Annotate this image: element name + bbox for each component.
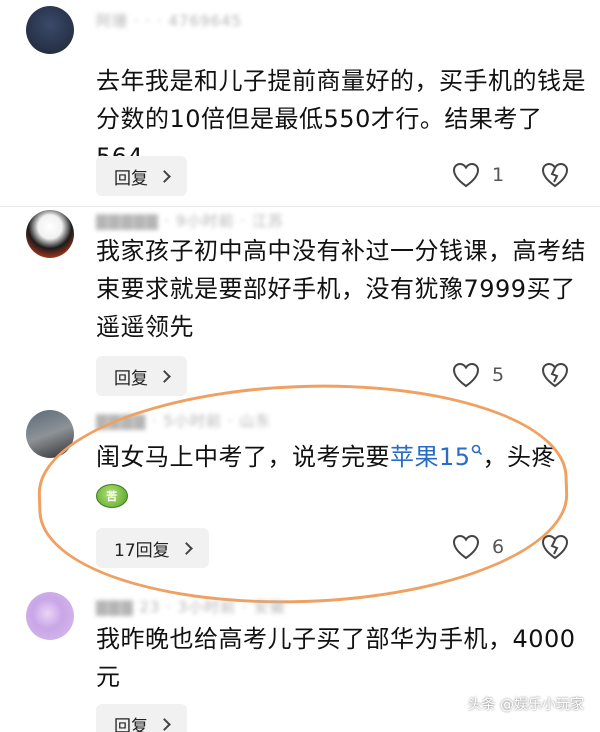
dislike-button[interactable] bbox=[541, 362, 569, 392]
reply-button[interactable]: 回复 bbox=[96, 356, 187, 396]
comment-meta-blurred: ▇▇▇▇ · 5小时前 · 山东 bbox=[96, 412, 272, 430]
comment-text-part: ，头疼 bbox=[482, 443, 557, 471]
avatar[interactable] bbox=[26, 592, 74, 640]
comment-text: 我昨晚也给高考儿子买了部华为手机，4000元 bbox=[96, 625, 576, 691]
avatar[interactable] bbox=[26, 6, 74, 54]
dislike-button[interactable] bbox=[541, 162, 569, 192]
reply-label: 回复 bbox=[114, 168, 148, 189]
like-button[interactable]: 5 bbox=[452, 362, 504, 388]
broken-heart-icon bbox=[541, 362, 569, 388]
heart-outline-icon bbox=[452, 534, 480, 560]
avatar[interactable] bbox=[26, 410, 74, 458]
comment-text: 我家孩子初中高中没有补过一分钱课，高考结束要求就是要部好手机，没有犹豫7999买… bbox=[96, 237, 586, 341]
reply-label: 17回复 bbox=[114, 540, 170, 561]
like-button[interactable]: 6 bbox=[452, 534, 504, 560]
reply-label: 回复 bbox=[114, 716, 148, 732]
broken-heart-icon bbox=[541, 162, 569, 188]
comment-text: 闺女马上中考了，说考完要苹果15 ，头疼 苦 bbox=[96, 438, 586, 514]
heart-outline-icon bbox=[452, 362, 480, 388]
reply-label: 回复 bbox=[114, 368, 148, 389]
search-icon bbox=[471, 444, 482, 456]
broken-heart-icon bbox=[541, 534, 569, 560]
search-link[interactable]: 苹果15 bbox=[390, 443, 483, 471]
chevron-right-icon bbox=[158, 169, 171, 183]
like-count: 5 bbox=[492, 364, 505, 386]
reply-button[interactable]: 回复 bbox=[96, 704, 187, 732]
comment-text-part: 闺女马上中考了，说考完要 bbox=[96, 443, 390, 471]
reply-button[interactable]: 回复 bbox=[96, 156, 187, 196]
search-link-text: 苹果15 bbox=[390, 443, 471, 471]
comment-meta-blurred: ▇▇▇▇▇ · 9小时前 · 江苏 bbox=[96, 212, 284, 230]
watermark: 头条 @娱乐小玩家 bbox=[467, 697, 584, 713]
bitter-sticker-icon: 苦 bbox=[96, 484, 128, 508]
like-button[interactable]: 1 bbox=[452, 162, 504, 188]
avatar[interactable] bbox=[26, 210, 74, 258]
chevron-right-icon bbox=[158, 717, 171, 731]
heart-outline-icon bbox=[452, 162, 480, 188]
chevron-right-icon bbox=[158, 369, 171, 383]
reply-button[interactable]: 17回复 bbox=[96, 528, 209, 568]
comment-meta-blurred: ▇▇▇ 23 · 3小时前 · 安徽 bbox=[96, 598, 286, 616]
dislike-button[interactable] bbox=[541, 534, 569, 564]
chevron-right-icon bbox=[179, 541, 193, 555]
comment-meta-blurred: 阿珊 · · · 4769645 bbox=[96, 12, 243, 30]
like-count: 1 bbox=[492, 164, 505, 186]
like-count: 6 bbox=[492, 536, 505, 558]
divider bbox=[0, 206, 600, 207]
